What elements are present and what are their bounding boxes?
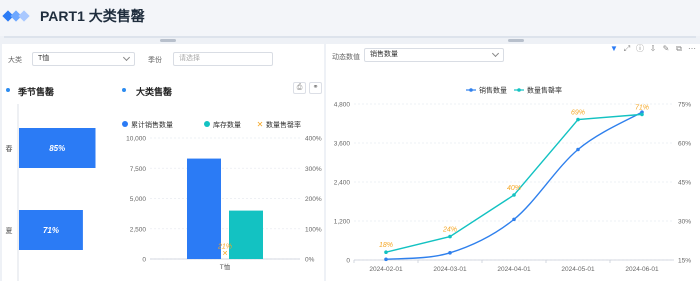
legend-marker	[204, 121, 210, 127]
expand-icon[interactable]: ⤢	[622, 44, 632, 54]
legend-label: 销售数量	[479, 86, 507, 95]
season-bar-value-label: 85%	[49, 144, 65, 153]
dynamic-value-select[interactable]: 销售数量	[364, 48, 504, 62]
trend-line-chart: 销售数量 数量售罄率 0 1,200 2,400 3,600 4,800 15% 30% 45% 6…	[334, 86, 692, 274]
y-tick-label: 5,000	[130, 196, 147, 203]
x-tick-label: 2024-05-01	[561, 266, 595, 273]
info-icon[interactable]: ⓘ	[635, 44, 645, 54]
more-icon[interactable]: ⋯	[687, 44, 697, 54]
legend-label: 库存数量	[213, 120, 241, 129]
season-category-label: 夏	[6, 227, 13, 235]
season-select-placeholder: 请选择	[179, 55, 200, 62]
legend-label: 数量售罄率	[527, 86, 562, 95]
sell-through-value-label: 40%	[507, 185, 521, 192]
y2-tick-label: 100%	[305, 226, 322, 233]
y-tick-label: 1,200	[334, 219, 351, 226]
export-icon[interactable]: ⎙	[293, 82, 306, 94]
sales-quantity-point	[576, 147, 580, 152]
x-tick-label: 2024-06-01	[625, 266, 659, 273]
sales-quantity-point	[448, 251, 452, 255]
sell-through-point	[512, 193, 516, 197]
header-divider	[4, 36, 696, 38]
legend-marker	[517, 88, 521, 92]
sell-through-point	[640, 112, 644, 117]
y-tick-label: 0	[346, 258, 350, 265]
y2-tick-label: 15%	[678, 258, 691, 265]
y2-tick-label: 0%	[305, 257, 315, 264]
category-select-value: T恤	[38, 55, 50, 62]
season-category-label: 春	[6, 144, 13, 153]
dynamic-value-label: 动态数值	[332, 54, 360, 61]
sell-through-point	[576, 117, 580, 122]
sell-through-value-label: 18%	[379, 242, 393, 249]
section-marker-icon	[6, 88, 10, 92]
sell-through-point: ✕	[222, 251, 228, 258]
page-header: PART1 大类售罄	[0, 0, 700, 36]
logo-icon	[2, 10, 34, 24]
y-tick-label: 7,500	[130, 166, 147, 173]
y-tick-label: 4,800	[334, 102, 351, 109]
y2-tick-label: 30%	[678, 219, 691, 226]
season-bar-chart: 春 85% 夏 71%	[6, 104, 96, 281]
y2-tick-label: 300%	[305, 166, 322, 173]
y-tick-label: 2,400	[334, 180, 351, 187]
sell-through-value-label: 71%	[635, 104, 649, 111]
copy-icon[interactable]: ⧉	[674, 44, 684, 54]
y2-tick-label: 400%	[305, 136, 322, 143]
download-icon[interactable]: ⇩	[648, 44, 658, 54]
x-tick-label: 2024-04-01	[497, 266, 531, 273]
sales-quantity-point	[512, 217, 516, 222]
y-tick-label: 0	[142, 257, 146, 264]
legend-marker	[469, 88, 473, 92]
x-tick-label: 2024-02-01	[369, 266, 403, 273]
legend-label: 数量售罄率	[266, 120, 301, 129]
sell-through-line	[385, 113, 643, 253]
sell-through-point	[384, 250, 388, 254]
category-filter-label: 大类	[8, 57, 22, 64]
page-title: PART1 大类售罄	[40, 8, 145, 24]
y-tick-label: 10,000	[126, 136, 146, 143]
right-panel: 动态数值 销售数量 ▼ ⤢ ⓘ ⇩ ✎ ⧉ ⋯ 销售数量 数量售罄率 0 1,200 2…	[326, 44, 700, 281]
legend-label: 累计销售数量	[131, 120, 173, 129]
bar-inventory	[229, 210, 263, 259]
drag-handle-left[interactable]	[160, 39, 176, 42]
drag-handle-right[interactable]	[508, 39, 524, 42]
season-filter-label: 季份	[148, 57, 162, 64]
category-combo-chart: 累计销售数量 库存数量 ✕ 数量售罄率02,5005,0007,50010,0000%…	[122, 120, 322, 271]
category-chart-title: 大类售罄	[136, 87, 173, 97]
y2-tick-label: 45%	[678, 180, 691, 187]
chevron-down-icon	[491, 49, 500, 58]
y-tick-label: 3,600	[334, 141, 351, 148]
sell-through-value-label: 24%	[442, 227, 457, 234]
sell-through-point	[448, 234, 452, 239]
y2-tick-label: 60%	[678, 141, 691, 148]
left-panel: 大类 T恤 季份 请选择 季节售罄 大类售罄 ⎙ ⚭ 春 85% 夏 71% 累计销售…	[2, 44, 324, 281]
legend-marker: ✕	[257, 120, 264, 129]
chevron-down-icon	[122, 53, 131, 62]
category-select[interactable]: T恤	[32, 52, 135, 66]
season-chart-title: 季节售罄	[18, 87, 55, 97]
y2-tick-label: 200%	[305, 196, 322, 203]
sell-through-value-label: 69%	[571, 110, 585, 117]
x-tick-label: T恤	[220, 262, 231, 271]
dynamic-value-select-value: 销售数量	[370, 51, 398, 58]
sales-quantity-point	[384, 257, 388, 262]
y2-tick-label: 75%	[678, 102, 691, 109]
season-select[interactable]: 请选择	[173, 52, 273, 66]
sell-through-label: 21%	[217, 244, 232, 251]
bar-cumulative-sales	[187, 158, 221, 259]
y-tick-label: 2,500	[130, 226, 147, 233]
edit-icon[interactable]: ✎	[661, 44, 671, 54]
link-icon[interactable]: ⚭	[309, 82, 322, 94]
section-marker-icon	[122, 88, 126, 92]
legend-marker	[122, 121, 128, 127]
x-tick-label: 2024-03-01	[433, 266, 467, 273]
season-bar-value-label: 71%	[43, 226, 59, 235]
filter-icon[interactable]: ▼	[609, 44, 619, 54]
